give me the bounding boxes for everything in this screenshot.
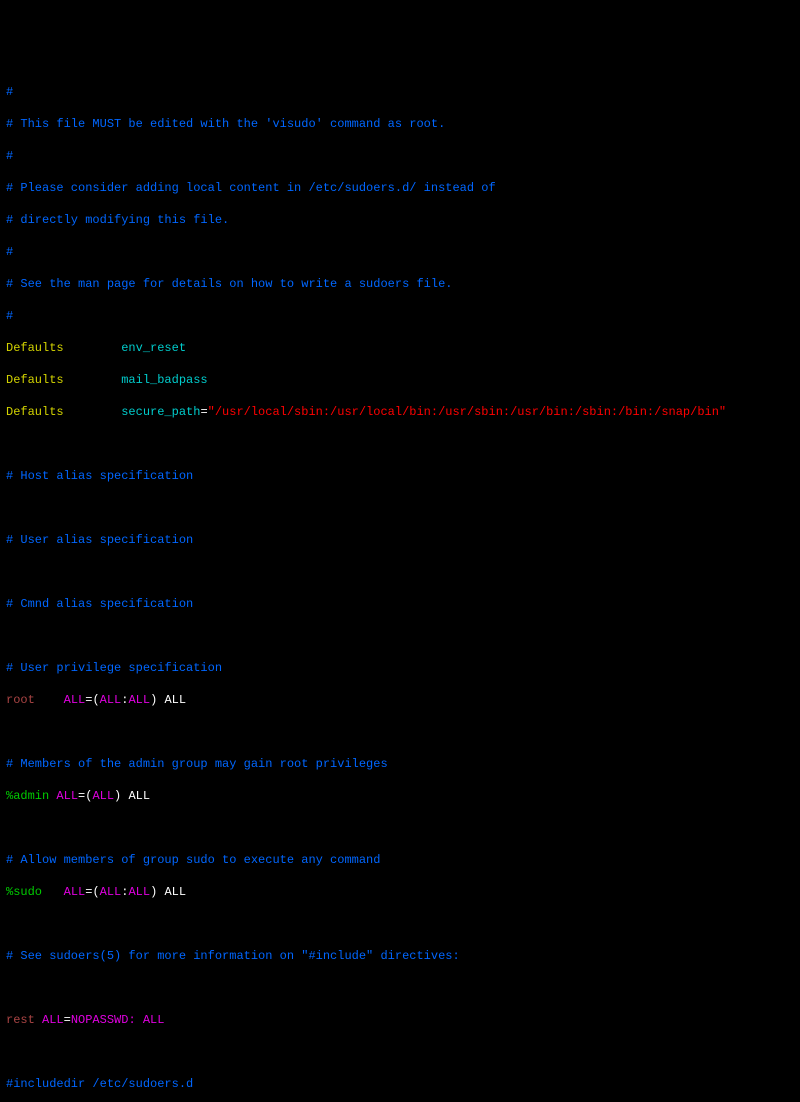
comment: # This file MUST be edited with the 'vis…: [6, 117, 445, 131]
comment: # User alias specification: [6, 533, 193, 547]
comment: #: [6, 149, 13, 163]
defaults-keyword: Defaults: [6, 341, 64, 355]
defaults-keyword: Defaults: [6, 373, 64, 387]
comment: # See the man page for details on how to…: [6, 277, 452, 291]
comment: # Allow members of group sudo to execute…: [6, 853, 380, 867]
defaults-path: "/usr/local/sbin:/usr/local/bin:/usr/sbi…: [208, 405, 726, 419]
defaults-keyword: Defaults: [6, 405, 64, 419]
user-rest: rest: [6, 1013, 35, 1027]
comment: # See sudoers(5) for more information on…: [6, 949, 460, 963]
comment: # Please consider adding local content i…: [6, 181, 496, 195]
user-root: root: [6, 693, 35, 707]
comment: # Members of the admin group may gain ro…: [6, 757, 388, 771]
group-sudo: %sudo: [6, 885, 42, 899]
comment: # directly modifying this file.: [6, 213, 229, 227]
defaults-value: env_reset: [121, 341, 186, 355]
defaults-value: secure_path: [121, 405, 200, 419]
comment: #: [6, 309, 13, 323]
comment: # Cmnd alias specification: [6, 597, 193, 611]
comment: #includedir /etc/sudoers.d: [6, 1077, 193, 1091]
terminal-editor[interactable]: # # This file MUST be edited with the 'v…: [6, 68, 794, 1102]
defaults-value: mail_badpass: [121, 373, 207, 387]
group-admin: %admin: [6, 789, 49, 803]
comment: #: [6, 85, 13, 99]
nopasswd-tag: NOPASSWD:: [71, 1013, 136, 1027]
comment: # Host alias specification: [6, 469, 193, 483]
comment: #: [6, 245, 13, 259]
comment: # User privilege specification: [6, 661, 222, 675]
